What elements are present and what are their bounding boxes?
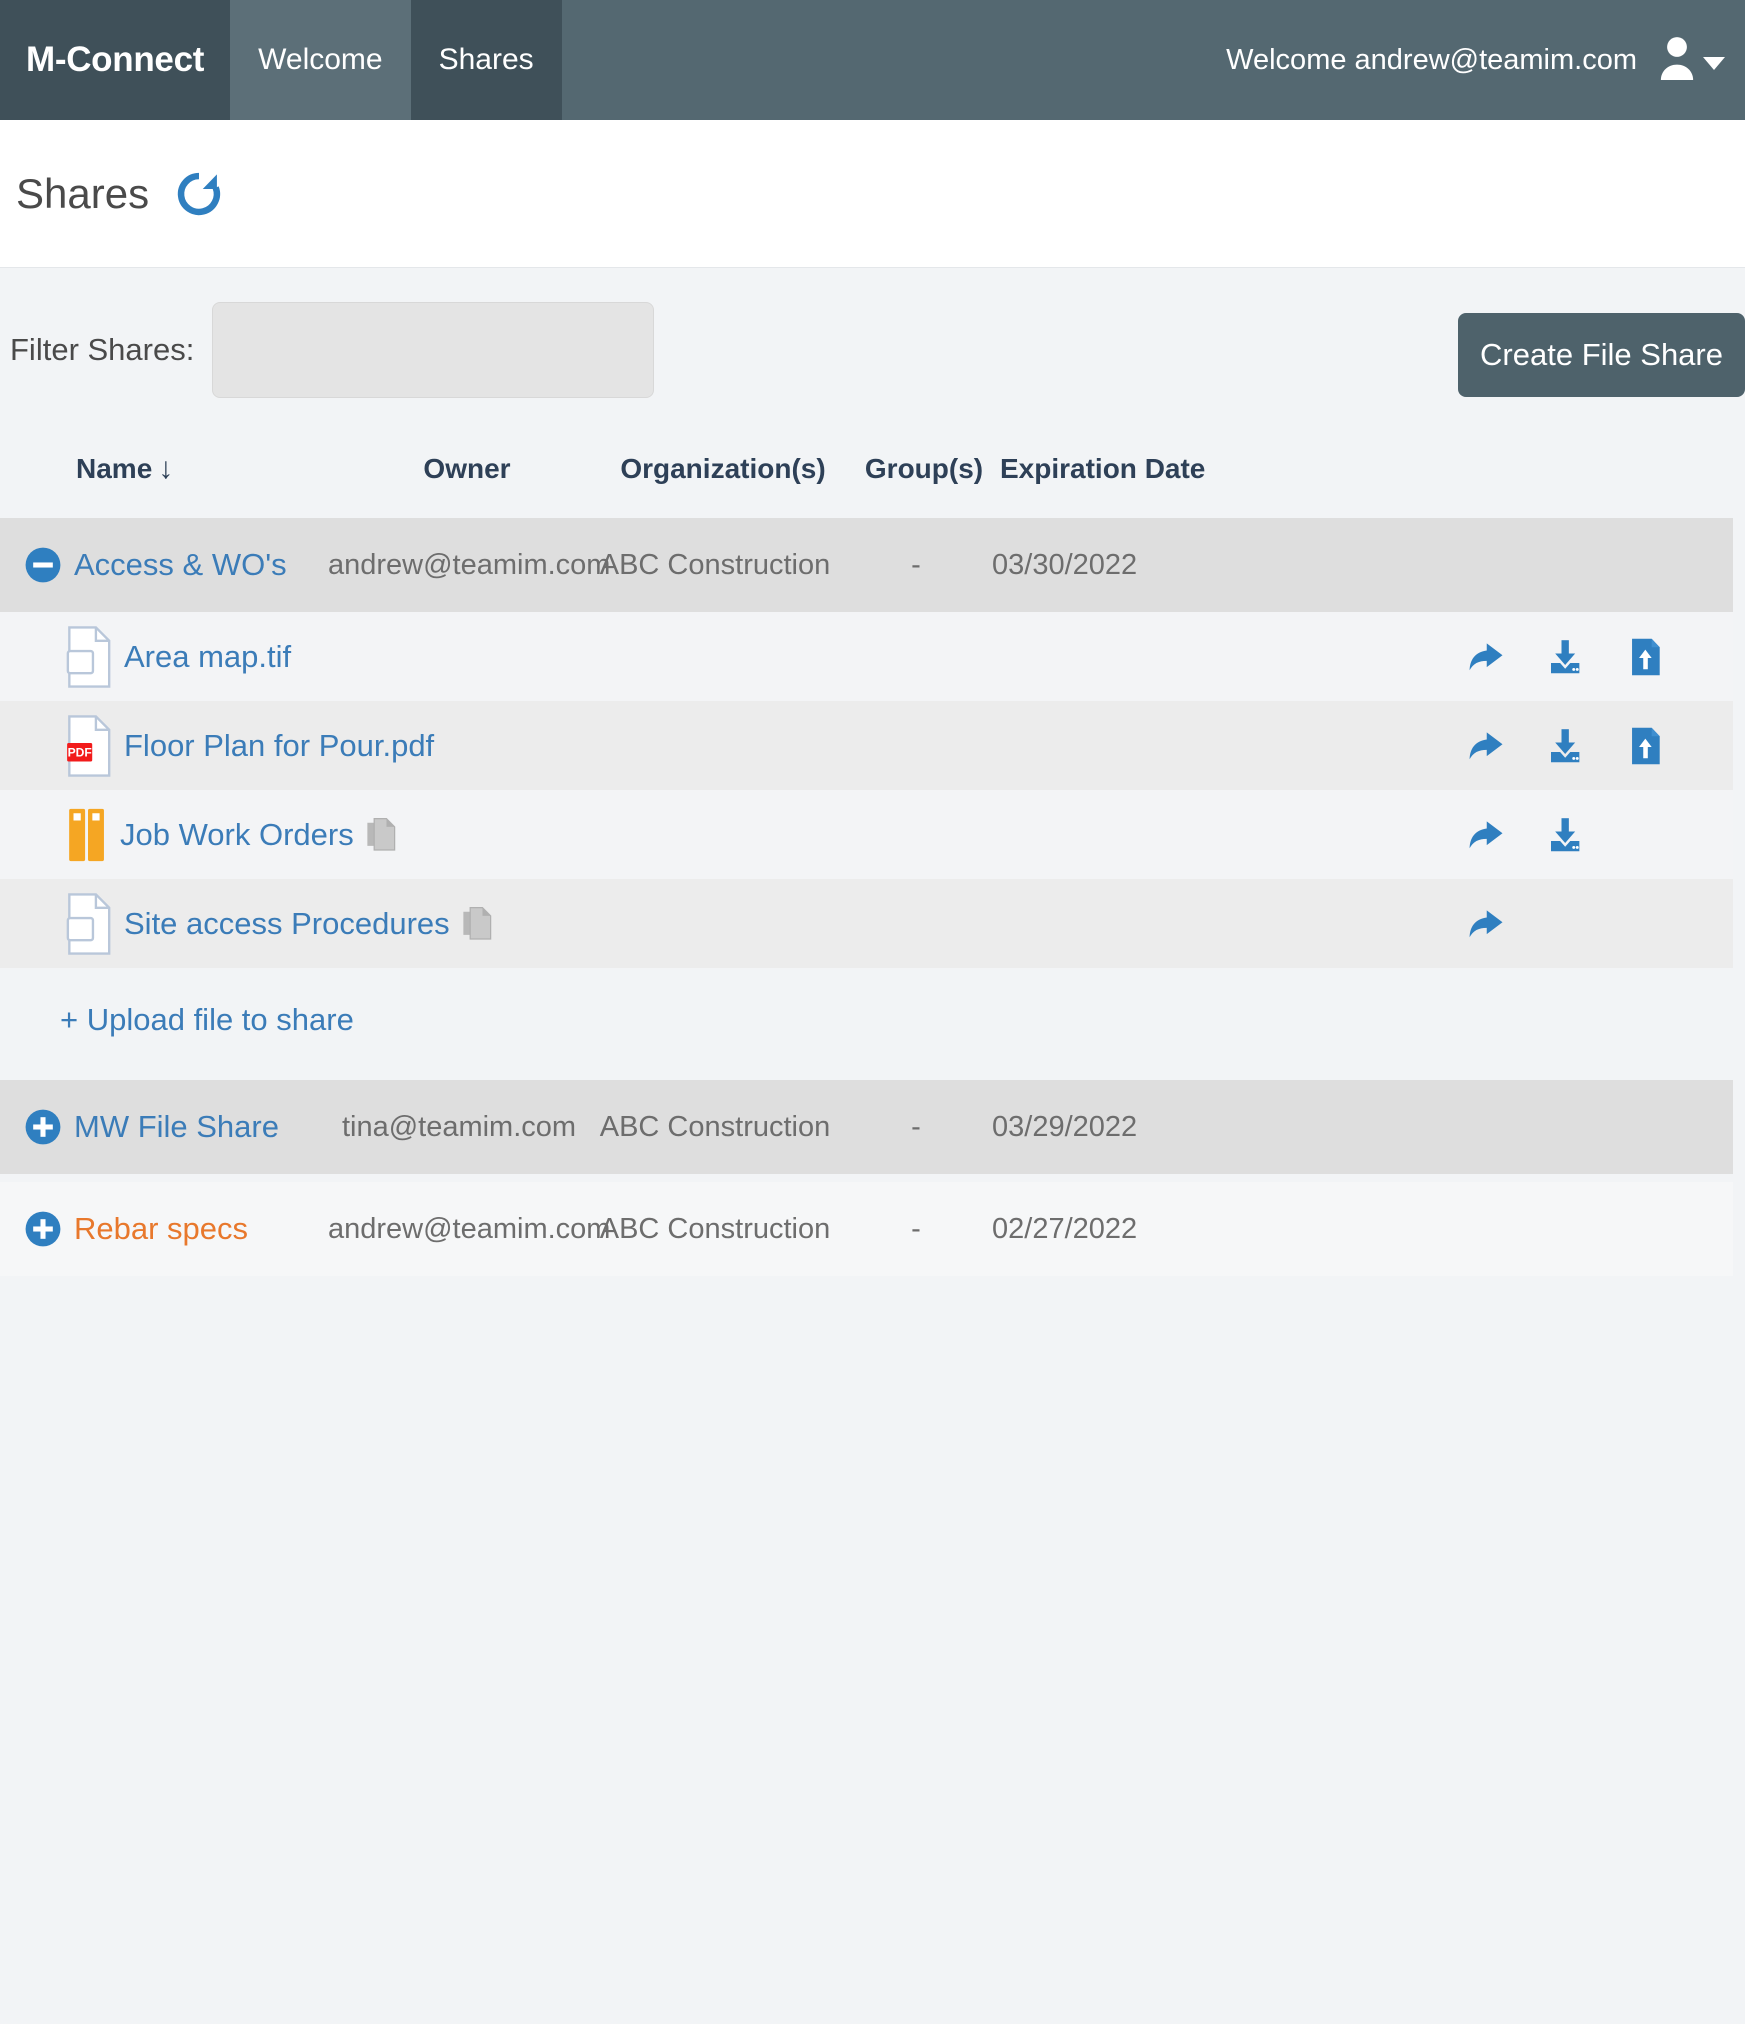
sort-descending-icon[interactable]: ↓ (158, 454, 173, 484)
share-organizations-cell: ABC Construction (599, 1212, 831, 1245)
plus-circle-icon[interactable] (24, 1108, 62, 1146)
filter-toolbar: Filter Shares: Create File Share (0, 268, 1745, 432)
download-icon[interactable] (1543, 813, 1587, 857)
column-header-owner[interactable]: Owner (336, 453, 598, 485)
share-icon[interactable] (1463, 724, 1507, 768)
file-name-link[interactable]: Site access Procedures (124, 906, 450, 942)
download-icon[interactable] (1543, 635, 1587, 679)
multiple-documents-icon (366, 817, 396, 853)
filter-shares-input[interactable] (212, 302, 655, 398)
upload-row: + Upload file to share (0, 968, 1733, 1072)
upload-file-icon[interactable] (1623, 635, 1667, 679)
pdf-file-icon: PDF (66, 714, 114, 777)
file-name-link[interactable]: Area map.tif (124, 639, 291, 675)
share-groups-cell: - (911, 548, 921, 581)
column-header-expiration[interactable]: Expiration Date (1000, 453, 1230, 485)
share-owner-cell: andrew@teamim.com (328, 548, 611, 581)
share-organizations-cell: ABC Construction (599, 1110, 831, 1143)
file-name-link[interactable]: Floor Plan for Pour.pdf (124, 728, 434, 764)
share-icon[interactable] (1463, 813, 1507, 857)
column-header-organizations[interactable]: Organization(s) (598, 453, 848, 485)
column-header-groups[interactable]: Group(s) (848, 453, 1000, 485)
table-row[interactable]: MW File Share tina@teamim.com ABC Constr… (0, 1080, 1733, 1174)
list-item[interactable]: Site access Procedures (0, 879, 1733, 968)
table-row[interactable]: Rebar specs andrew@teamim.com ABC Constr… (0, 1182, 1733, 1276)
table-row[interactable]: Access & WO's andrew@teamim.com ABC Cons… (0, 518, 1733, 612)
share-owner-cell: andrew@teamim.com (328, 1212, 611, 1245)
minus-circle-icon[interactable] (24, 546, 62, 584)
navbar-right-group: Welcome andrew@teamim.com (1226, 0, 1745, 120)
page-title: Shares (16, 169, 150, 217)
binder-folder-icon (66, 806, 110, 864)
nav-tab-shares[interactable]: Shares (410, 0, 562, 120)
file-actions (1463, 635, 1667, 679)
refresh-icon[interactable] (173, 168, 225, 220)
generic-file-icon (66, 625, 114, 688)
file-name-link[interactable]: Job Work Orders (120, 817, 354, 853)
share-owner-cell: tina@teamim.com (341, 1110, 577, 1143)
chevron-down-icon (1703, 56, 1725, 70)
share-icon[interactable] (1463, 902, 1507, 946)
user-avatar-icon (1655, 33, 1699, 88)
column-header-name[interactable]: Name ↓ (76, 453, 336, 485)
share-name-cell: MW File Share (74, 1109, 328, 1145)
upload-file-icon[interactable] (1623, 724, 1667, 768)
generic-file-icon (66, 892, 114, 955)
svg-text:PDF: PDF (68, 745, 92, 759)
file-actions (1463, 902, 1667, 946)
list-item[interactable]: Area map.tif (0, 612, 1733, 701)
row-separator (0, 1072, 1739, 1080)
share-name-link[interactable]: MW File Share (74, 1109, 279, 1144)
share-groups-cell: - (911, 1110, 921, 1143)
create-file-share-button[interactable]: Create File Share (1458, 313, 1745, 397)
share-expiration-cell: 02/27/2022 (992, 1212, 1138, 1245)
share-groups-cell: - (911, 1212, 921, 1245)
share-name-link[interactable]: Rebar specs (74, 1211, 248, 1246)
nav-tab-welcome[interactable]: Welcome (230, 0, 411, 120)
share-expiration-cell: 03/29/2022 (992, 1110, 1138, 1143)
top-navbar: M-Connect Welcome Shares Welcome andrew@… (0, 0, 1745, 120)
share-expiration-cell: 03/30/2022 (992, 548, 1138, 581)
share-organizations-cell: ABC Construction (599, 548, 831, 581)
plus-circle-icon[interactable] (24, 1210, 62, 1248)
share-name-cell: Access & WO's (74, 547, 328, 583)
column-header-name-label: Name (76, 453, 153, 484)
table-header-row: Name ↓ Owner Organization(s) Group(s) Ex… (0, 432, 1739, 506)
share-name-link[interactable]: Access & WO's (74, 547, 287, 582)
file-actions (1463, 724, 1667, 768)
multiple-documents-icon (462, 906, 492, 942)
share-name-cell: Rebar specs (74, 1211, 328, 1247)
brand-logo[interactable]: M-Connect (0, 0, 231, 120)
upload-file-to-share-link[interactable]: + Upload file to share (60, 1002, 354, 1038)
shares-content: Filter Shares: Create File Share Name ↓ … (0, 268, 1745, 2024)
user-menu-button[interactable] (1655, 33, 1729, 88)
download-icon[interactable] (1543, 724, 1587, 768)
welcome-user-text: Welcome andrew@teamim.com (1226, 43, 1637, 76)
row-separator (0, 1174, 1739, 1182)
filter-label: Filter Shares: (10, 332, 195, 367)
shares-table: Name ↓ Owner Organization(s) Group(s) Ex… (0, 432, 1745, 1276)
list-item[interactable]: PDF Floor Plan for Pour.pdf (0, 701, 1733, 790)
share-icon[interactable] (1463, 635, 1507, 679)
list-item[interactable]: Job Work Orders (0, 790, 1733, 879)
page-title-bar: Shares (0, 120, 1745, 268)
file-actions (1463, 813, 1667, 857)
